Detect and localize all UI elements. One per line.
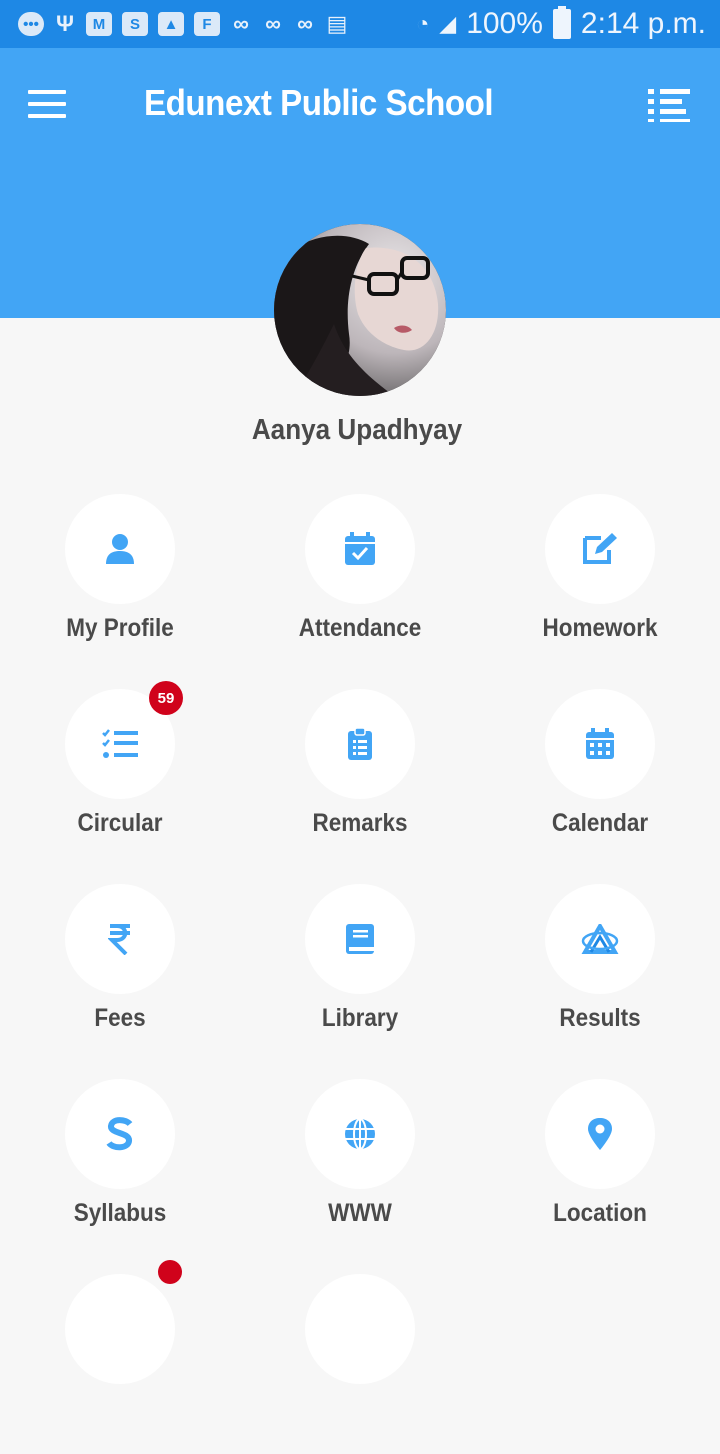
wifi-icon: ◔ — [415, 11, 430, 36]
clipboard-icon — [348, 727, 372, 760]
remarks-label: Remarks — [312, 809, 408, 837]
library-button[interactable] — [305, 884, 415, 994]
page-title: Edunext Public School — [144, 82, 494, 123]
homework-label: Homework — [542, 614, 658, 642]
notification-badge — [158, 1260, 182, 1284]
more-tile-1[interactable] — [0, 1260, 240, 1454]
library-label: Library — [321, 1004, 399, 1032]
attendance-tile[interactable]: Attendance — [240, 494, 480, 674]
location-button[interactable] — [545, 1079, 655, 1189]
status-bar: ••• Ψ M S ▲ F ∞ ∞ ∞ ▤ ◔ ◢ 100% 2:14 p.m. — [0, 0, 720, 48]
attendance-label: Attendance — [298, 614, 422, 642]
rupee-icon — [108, 924, 130, 955]
calendar-label: Calendar — [551, 809, 649, 837]
fees-tile[interactable]: Fees — [0, 884, 240, 1064]
fees-label: Fees — [94, 1004, 146, 1032]
avatar[interactable] — [274, 224, 446, 396]
list-view-icon[interactable] — [648, 88, 694, 122]
syllabus-icon — [106, 1117, 133, 1151]
homework-tile[interactable]: Homework — [480, 494, 720, 674]
results-tile[interactable]: Results — [480, 884, 720, 1064]
notification-icons: ••• Ψ M S ▲ F ∞ ∞ ∞ ▤ — [18, 11, 416, 36]
globe-icon — [345, 1118, 375, 1150]
user-name: Aanya Upadhyay — [251, 414, 463, 446]
flipboard-icon: F — [194, 12, 220, 36]
www-label: WWW — [328, 1199, 392, 1227]
hamburger-menu-icon[interactable] — [28, 88, 68, 120]
results-icon — [581, 924, 619, 954]
my-profile-label: My Profile — [66, 614, 174, 642]
library-tile[interactable]: Library — [240, 884, 480, 1064]
www-button[interactable] — [305, 1079, 415, 1189]
fees-button[interactable] — [65, 884, 175, 994]
syllabus-label: Syllabus — [73, 1199, 167, 1227]
signal-icon: ◢ — [439, 11, 457, 36]
syllabus-tile[interactable]: Syllabus — [0, 1079, 240, 1259]
remarks-button[interactable] — [305, 689, 415, 799]
results-button[interactable] — [545, 884, 655, 994]
calendar-button[interactable] — [545, 689, 655, 799]
more-button-1[interactable] — [65, 1274, 175, 1384]
book-icon — [346, 924, 374, 954]
www-tile[interactable]: WWW — [240, 1079, 480, 1259]
skype-icon: S — [122, 12, 148, 36]
remarks-tile[interactable]: Remarks — [240, 689, 480, 869]
messages-icon: ••• — [18, 12, 44, 36]
edit-icon — [583, 533, 617, 564]
location-label: Location — [553, 1199, 647, 1227]
battery-icon — [552, 6, 571, 39]
battery-percent: 100% — [466, 7, 543, 40]
homework-button[interactable] — [545, 494, 655, 604]
link-icon-1: ∞ — [233, 11, 249, 36]
syllabus-button[interactable] — [65, 1079, 175, 1189]
person-icon — [106, 534, 134, 564]
more-button-2[interactable] — [305, 1274, 415, 1384]
my-profile-tile[interactable]: My Profile — [0, 494, 240, 674]
checklist-icon — [102, 729, 138, 758]
usb-icon: Ψ — [56, 11, 74, 36]
my-profile-button[interactable] — [65, 494, 175, 604]
circular-count-badge: 59 — [149, 681, 183, 715]
location-pin-icon — [588, 1118, 612, 1150]
gmail-icon: M — [86, 12, 112, 36]
location-tile[interactable]: Location — [480, 1079, 720, 1259]
more-tile-2[interactable] — [240, 1274, 480, 1454]
calendar-tile[interactable]: Calendar — [480, 689, 720, 869]
circular-tile[interactable]: 59 Circular — [0, 681, 240, 869]
calendar-check-icon — [345, 532, 375, 565]
circular-label: Circular — [77, 809, 163, 837]
link-icon-2: ∞ — [265, 11, 281, 36]
results-label: Results — [559, 1004, 641, 1032]
gallery-icon: ▲ — [158, 12, 184, 36]
clock: 2:14 p.m. — [580, 7, 706, 40]
attendance-button[interactable] — [305, 494, 415, 604]
sd-card-icon: ▤ — [326, 11, 348, 36]
calendar-icon — [586, 728, 614, 759]
link-icon-3: ∞ — [297, 11, 313, 36]
